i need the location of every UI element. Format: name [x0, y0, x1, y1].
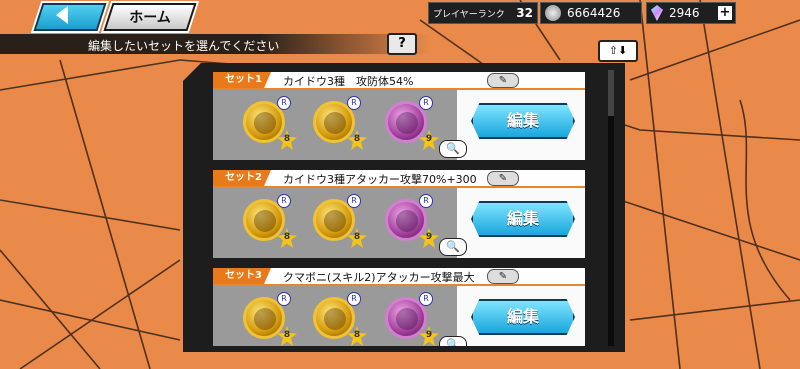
- medal-portrait: [324, 308, 346, 330]
- gem-display: 2946 +: [646, 2, 736, 24]
- medal-portrait: [254, 308, 276, 330]
- set-header: セット1 カイドウ3種 攻防体54% ✎: [213, 72, 585, 90]
- set-header: セット2 カイドウ3種アタッカー攻撃70%+300 ✎: [213, 170, 585, 188]
- home-button-label: ホーム: [129, 10, 171, 26]
- set-header: セット3 クマボニ(スキル2)アタッカー攻撃最大 ✎: [213, 268, 585, 286]
- medal-portrait: [396, 210, 418, 232]
- set-row-3: セット3 クマボニ(スキル2)アタッカー攻撃最大 ✎ R 8 R 8 R 9 🔍…: [213, 268, 585, 346]
- grade-badge: R: [419, 96, 433, 110]
- pencil-icon[interactable]: ✎: [487, 269, 519, 284]
- medal-portrait: [324, 112, 346, 134]
- grade-badge: R: [419, 194, 433, 208]
- coin-amount: 6664426: [567, 6, 621, 20]
- help-button[interactable]: ?: [387, 33, 417, 55]
- edit-set-button[interactable]: 編集: [471, 201, 575, 237]
- set-medals: R 8 R 8 R 9 🔍 編集: [213, 188, 585, 258]
- star-count: 8: [283, 330, 291, 340]
- grade-badge: R: [277, 292, 291, 306]
- set-medals: R 8 R 8 R 9 🔍 編集: [213, 90, 585, 160]
- coin-display: 6664426: [540, 2, 642, 24]
- instruction-text: 編集したいセットを選んでください: [88, 39, 280, 53]
- grade-badge: R: [419, 292, 433, 306]
- star-count: 8: [283, 134, 291, 144]
- set-tag: セット3: [213, 268, 271, 284]
- set-name: カイドウ3種アタッカー攻撃70%+300: [283, 173, 477, 186]
- grade-badge: R: [277, 194, 291, 208]
- edit-set-button[interactable]: 編集: [471, 103, 575, 139]
- set-medals: R 8 R 8 R 9 🔍 編集: [213, 286, 585, 346]
- magnifier-icon[interactable]: 🔍: [439, 238, 467, 256]
- set-tag: セット1: [213, 72, 271, 88]
- back-button[interactable]: [33, 3, 107, 31]
- grade-badge: R: [277, 96, 291, 110]
- set-row-1: セット1 カイドウ3種 攻防体54% ✎ R 8 R 8 R 9 🔍 編集: [213, 72, 585, 160]
- sort-order-button[interactable]: ⇧⬇: [598, 40, 638, 62]
- set-name: クマボニ(スキル2)アタッカー攻撃最大: [283, 271, 475, 284]
- add-gems-button[interactable]: +: [718, 6, 732, 20]
- medal-portrait: [396, 308, 418, 330]
- medal-portrait: [254, 112, 276, 134]
- gem-amount: 2946: [669, 6, 700, 20]
- star-count: 9: [425, 134, 433, 144]
- medal-portrait: [324, 210, 346, 232]
- set-row-2: セット2 カイドウ3種アタッカー攻撃70%+300 ✎ R 8 R 8 R 9 …: [213, 170, 585, 258]
- gem-icon: [651, 5, 663, 21]
- medal-portrait: [254, 210, 276, 232]
- star-count: 8: [353, 134, 361, 144]
- edit-set-button[interactable]: 編集: [471, 299, 575, 335]
- grade-badge: R: [347, 292, 361, 306]
- set-tag: セット2: [213, 170, 271, 186]
- pencil-icon[interactable]: ✎: [487, 73, 519, 88]
- star-count: 9: [425, 232, 433, 242]
- magnifier-icon[interactable]: 🔍: [439, 140, 467, 158]
- star-count: 8: [353, 330, 361, 340]
- back-arrow-icon: [56, 6, 68, 24]
- pencil-icon[interactable]: ✎: [487, 171, 519, 186]
- player-rank-label: プレイヤーランク: [433, 9, 505, 20]
- grade-badge: R: [347, 194, 361, 208]
- player-rank-display: プレイヤーランク 32: [428, 2, 538, 24]
- magnifier-icon[interactable]: 🔍: [439, 336, 467, 346]
- medal-portrait: [396, 112, 418, 134]
- set-name: カイドウ3種 攻防体54%: [283, 75, 414, 88]
- scrollbar-thumb[interactable]: [608, 70, 614, 116]
- coin-icon: [545, 5, 561, 21]
- player-rank-value: 32: [516, 6, 533, 20]
- star-count: 9: [425, 330, 433, 340]
- grade-badge: R: [347, 96, 361, 110]
- star-count: 8: [283, 232, 291, 242]
- star-count: 8: [353, 232, 361, 242]
